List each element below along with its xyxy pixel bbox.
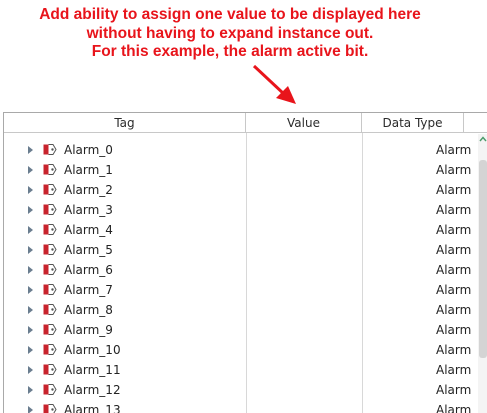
expand-arrow-icon[interactable] <box>28 386 33 394</box>
tag-name: Alarm_2 <box>64 183 113 197</box>
table-row[interactable]: Alarm_13 Alarm <box>4 401 484 413</box>
data-type-cell: Alarm <box>436 283 471 297</box>
data-type-cell: Alarm <box>436 163 471 177</box>
column-header-tag[interactable]: Tag <box>4 113 246 132</box>
expand-arrow-icon[interactable] <box>28 366 33 374</box>
expand-arrow-icon[interactable] <box>28 186 33 194</box>
udt-instance-icon <box>43 244 57 255</box>
expand-arrow-icon[interactable] <box>28 206 33 214</box>
annotation-callout: Add ability to assign one value to be di… <box>0 6 460 62</box>
expand-arrow-icon[interactable] <box>28 246 33 254</box>
table-row[interactable]: Alarm_12 Alarm <box>4 381 484 401</box>
data-type-cell: Alarm <box>436 363 471 377</box>
tag-browser-table: Tag Value Data Type Alarm_0AlarmAlarm_1A… <box>3 112 487 413</box>
udt-instance-icon <box>43 284 57 295</box>
data-type-cell: Alarm <box>436 403 471 413</box>
table-row[interactable]: Alarm_6 Alarm <box>4 261 484 281</box>
table-row[interactable]: Alarm_2 Alarm <box>4 181 484 201</box>
tag-name: Alarm_12 <box>64 383 121 397</box>
tag-name: Alarm_4 <box>64 223 113 237</box>
column-header-value[interactable]: Value <box>246 113 362 132</box>
udt-instance-icon <box>43 224 57 235</box>
data-type-cell: Alarm <box>436 343 471 357</box>
expand-arrow-icon[interactable] <box>28 266 33 274</box>
tag-name: Alarm_0 <box>64 143 113 157</box>
table-row[interactable]: Alarm_11 Alarm <box>4 361 484 381</box>
expand-arrow-icon[interactable] <box>28 306 33 314</box>
tag-name: Alarm_8 <box>64 303 113 317</box>
table-row[interactable]: Alarm_7 Alarm <box>4 281 484 301</box>
tag-name: Alarm_3 <box>64 203 113 217</box>
expand-arrow-icon[interactable] <box>28 326 33 334</box>
udt-instance-icon <box>43 164 57 175</box>
udt-instance-icon <box>43 384 57 395</box>
vertical-scrollbar[interactable] <box>478 134 487 413</box>
data-type-cell: Alarm <box>436 183 471 197</box>
table-body: Alarm_0AlarmAlarm_1AlarmAlarm_2AlarmAlar… <box>4 141 484 413</box>
tag-name: Alarm_5 <box>64 243 113 257</box>
data-type-cell: Alarm <box>436 323 471 337</box>
udt-instance-icon <box>43 324 57 335</box>
data-type-cell: Alarm <box>436 383 471 397</box>
expand-arrow-icon[interactable] <box>28 286 33 294</box>
tag-name: Alarm_6 <box>64 263 113 277</box>
table-row[interactable]: Alarm_9 Alarm <box>4 321 484 341</box>
data-type-cell: Alarm <box>436 303 471 317</box>
data-type-cell: Alarm <box>436 203 471 217</box>
expand-arrow-icon[interactable] <box>28 406 33 413</box>
udt-instance-icon <box>43 304 57 315</box>
tag-name: Alarm_11 <box>64 363 121 377</box>
table-row[interactable]: Alarm_10 Alarm <box>4 341 484 361</box>
annotation-line-3: For this example, the alarm active bit. <box>0 43 460 62</box>
annotation-line-2: without having to expand instance out. <box>0 25 460 44</box>
expand-arrow-icon[interactable] <box>28 226 33 234</box>
expand-arrow-icon[interactable] <box>28 166 33 174</box>
data-type-cell: Alarm <box>436 263 471 277</box>
tag-name: Alarm_7 <box>64 283 113 297</box>
expand-arrow-icon[interactable] <box>28 346 33 354</box>
annotation-line-1: Add ability to assign one value to be di… <box>0 6 460 25</box>
table-header: Tag Value Data Type <box>4 113 487 133</box>
udt-instance-icon <box>43 184 57 195</box>
udt-instance-icon <box>43 344 57 355</box>
tag-name: Alarm_9 <box>64 323 113 337</box>
tag-name: Alarm_13 <box>64 403 121 413</box>
data-type-cell: Alarm <box>436 223 471 237</box>
data-type-cell: Alarm <box>436 243 471 257</box>
udt-instance-icon <box>43 364 57 375</box>
table-row[interactable]: Alarm_3 Alarm <box>4 201 484 221</box>
udt-instance-icon <box>43 204 57 215</box>
data-type-cell: Alarm <box>436 143 471 157</box>
table-row[interactable]: Alarm_8 Alarm <box>4 301 484 321</box>
scroll-up-arrow-icon[interactable] <box>479 136 487 142</box>
table-row[interactable]: Alarm_0 Alarm <box>4 141 484 161</box>
table-row[interactable]: Alarm_1 Alarm <box>4 161 484 181</box>
udt-instance-icon <box>43 264 57 275</box>
tag-name: Alarm_1 <box>64 163 113 177</box>
udt-instance-icon <box>43 404 57 413</box>
scrollbar-thumb[interactable] <box>479 160 487 358</box>
column-header-data-type[interactable]: Data Type <box>362 113 464 132</box>
expand-arrow-icon[interactable] <box>28 146 33 154</box>
table-row[interactable]: Alarm_5 Alarm <box>4 241 484 261</box>
table-row[interactable]: Alarm_4 Alarm <box>4 221 484 241</box>
udt-instance-icon <box>43 144 57 155</box>
tag-name: Alarm_10 <box>64 343 121 357</box>
annotation-arrow-icon <box>250 62 300 108</box>
